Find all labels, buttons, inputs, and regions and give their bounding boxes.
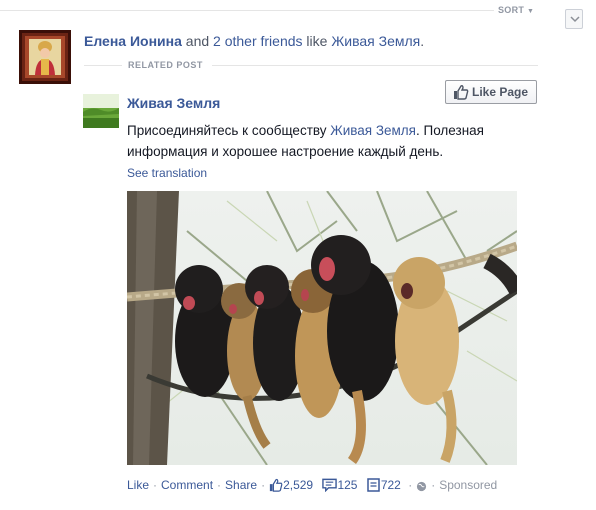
comment-link[interactable]: Comment <box>161 478 213 492</box>
thumbs-up-icon <box>453 84 469 100</box>
shares-count[interactable]: 722 <box>367 478 401 492</box>
page-avatar[interactable] <box>83 94 119 128</box>
sort-label: SORT <box>498 5 525 15</box>
separator-dot: · <box>408 478 413 492</box>
story-options-button[interactable] <box>565 9 583 29</box>
story-connector: and <box>185 33 210 49</box>
thumbs-up-icon <box>269 478 283 492</box>
separator-dot: · <box>261 478 266 492</box>
post-text: Присоединяйтесь к сообществу Живая Земля… <box>127 120 507 162</box>
shares-count-value: 722 <box>380 478 401 492</box>
story-text: Елена Ионина and 2 other friends like Жи… <box>84 33 424 49</box>
separator-dot: · <box>217 478 222 492</box>
post-actions-bar: Like · Comment · Share · 2,529 125 722 · · Spons… <box>127 478 497 493</box>
like-page-label: Like Page <box>472 85 529 99</box>
likes-count-value: 2,529 <box>283 478 314 492</box>
page-name-link[interactable]: Живая Земля <box>127 95 220 111</box>
comments-count-value: 125 <box>337 478 358 492</box>
comment-icon <box>322 478 338 493</box>
likes-count[interactable]: 2,529 <box>269 478 313 492</box>
post-text-page-link[interactable]: Живая Земля <box>330 123 416 138</box>
share-link[interactable]: Share <box>225 478 257 492</box>
comments-count[interactable]: 125 <box>322 478 358 493</box>
chevron-down-icon <box>569 12 581 29</box>
globe-icon <box>416 478 427 492</box>
related-post-label: RELATED POST <box>128 60 203 70</box>
share-icon <box>367 478 381 492</box>
sponsored-label[interactable]: Sponsored <box>439 478 497 492</box>
like-page-button[interactable]: Like Page <box>445 80 537 104</box>
post-text-before: Присоединяйтесь к сообществу <box>127 123 331 138</box>
story-page-link[interactable]: Живая Земля <box>331 33 420 49</box>
friend-avatar[interactable] <box>19 30 71 84</box>
other-friends-link[interactable]: 2 other friends <box>213 33 303 49</box>
see-translation-link[interactable]: See translation <box>127 166 207 180</box>
friend-name-link[interactable]: Елена Ионина <box>84 33 182 49</box>
top-divider <box>0 10 536 11</box>
related-divider-right <box>212 65 538 66</box>
separator-dot: · <box>431 478 436 492</box>
like-link[interactable]: Like <box>127 478 149 492</box>
post-image[interactable] <box>127 191 517 465</box>
story-period: . <box>420 33 425 49</box>
sort-button[interactable]: SORT ▼ <box>494 5 539 15</box>
separator-dot: · <box>153 478 158 492</box>
related-divider-left <box>84 65 122 66</box>
story-verb: like <box>306 33 328 49</box>
